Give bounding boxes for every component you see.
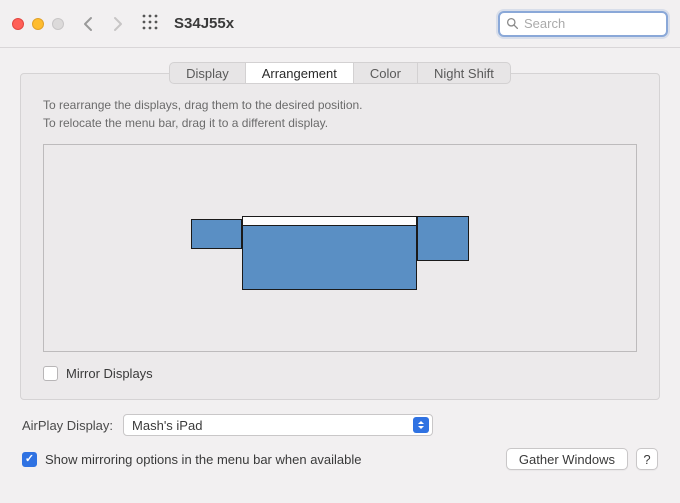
airplay-row: AirPlay Display: Mash's iPad xyxy=(22,414,658,436)
popup-stepper-icon xyxy=(413,417,429,433)
nav-buttons xyxy=(82,16,124,32)
display-rect-right[interactable] xyxy=(417,216,469,261)
display-arrangement-area[interactable] xyxy=(43,144,637,352)
window-title: S34J55x xyxy=(174,15,234,32)
window-titlebar: S34J55x xyxy=(0,0,680,48)
search-icon xyxy=(506,17,519,30)
tab-night-shift[interactable]: Night Shift xyxy=(418,63,510,83)
last-row: Show mirroring options in the menu bar w… xyxy=(22,448,658,470)
show-mirroring-checkbox[interactable] xyxy=(22,452,37,467)
forward-button[interactable] xyxy=(112,16,124,32)
tab-arrangement[interactable]: Arrangement xyxy=(246,63,354,83)
airplay-label: AirPlay Display: xyxy=(22,418,113,433)
instructions: To rearrange the displays, drag them to … xyxy=(43,96,637,132)
back-button[interactable] xyxy=(82,16,94,32)
instruction-line: To rearrange the displays, drag them to … xyxy=(43,96,637,114)
tabs: Display Arrangement Color Night Shift xyxy=(0,48,680,84)
bottom-controls: AirPlay Display: Mash's iPad Show mirror… xyxy=(0,400,680,470)
search-field[interactable] xyxy=(498,11,668,37)
menu-bar-indicator[interactable] xyxy=(242,216,417,225)
show-mirroring-label: Show mirroring options in the menu bar w… xyxy=(45,452,362,467)
zoom-window-button[interactable] xyxy=(52,18,64,30)
mirror-displays-label: Mirror Displays xyxy=(66,366,153,381)
tab-display[interactable]: Display xyxy=(170,63,246,83)
arrangement-panel: To rearrange the displays, drag them to … xyxy=(20,73,660,400)
close-window-button[interactable] xyxy=(12,18,24,30)
display-rect-left[interactable] xyxy=(191,219,242,249)
mirror-displays-checkbox[interactable] xyxy=(43,366,58,381)
show-all-icon[interactable] xyxy=(142,14,158,33)
airplay-selected-value: Mash's iPad xyxy=(132,418,413,433)
gather-windows-button[interactable]: Gather Windows xyxy=(506,448,628,470)
mirror-displays-row: Mirror Displays xyxy=(43,366,637,381)
traffic-lights xyxy=(12,18,64,30)
tab-color[interactable]: Color xyxy=(354,63,418,83)
display-rect-main[interactable] xyxy=(242,225,417,290)
minimize-window-button[interactable] xyxy=(32,18,44,30)
instruction-line: To relocate the menu bar, drag it to a d… xyxy=(43,114,637,132)
airplay-display-popup[interactable]: Mash's iPad xyxy=(123,414,433,436)
help-button[interactable]: ? xyxy=(636,448,658,470)
search-input[interactable] xyxy=(524,16,660,31)
